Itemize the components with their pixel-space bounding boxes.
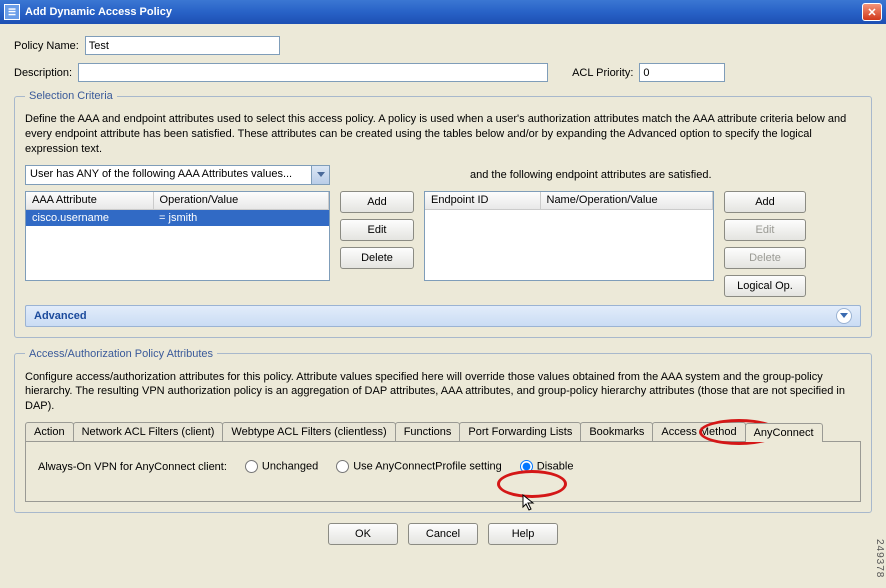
radio-profile[interactable]: Use AnyConnectProfile setting [336, 460, 502, 473]
access-policy-group: Access/Authorization Policy Attributes C… [14, 348, 872, 514]
tab-anyconnect[interactable]: AnyConnect [745, 423, 823, 442]
cancel-button[interactable]: Cancel [408, 523, 478, 545]
radio-unchanged[interactable]: Unchanged [245, 460, 318, 473]
table-row[interactable]: cisco.username = jsmith [26, 210, 329, 227]
tab-webtype-acl[interactable]: Webtype ACL Filters (clientless) [222, 422, 395, 441]
endpoint-note: and the following endpoint attributes ar… [470, 169, 712, 181]
tab-action[interactable]: Action [25, 422, 74, 441]
window-title: Add Dynamic Access Policy [25, 6, 862, 18]
selection-legend: Selection Criteria [25, 90, 117, 102]
access-text: Configure access/authorization attribute… [25, 370, 861, 415]
selection-text: Define the AAA and endpoint attributes u… [25, 112, 861, 157]
selection-criteria-group: Selection Criteria Define the AAA and en… [14, 90, 872, 338]
ok-button[interactable]: OK [328, 523, 398, 545]
chevron-down-icon[interactable] [836, 308, 852, 324]
access-legend: Access/Authorization Policy Attributes [25, 348, 217, 360]
aaa-col-op: Operation/Value [153, 192, 328, 210]
aaa-col-attr: AAA Attribute [26, 192, 153, 210]
endpoint-col-id: Endpoint ID [425, 192, 540, 210]
always-on-label: Always-On VPN for AnyConnect client: [38, 461, 227, 473]
app-icon: ☰ [4, 4, 20, 20]
aaa-edit-button[interactable]: Edit [340, 219, 414, 241]
aaa-table[interactable]: AAA Attribute Operation/Value cisco.user… [25, 191, 330, 281]
tab-network-acl[interactable]: Network ACL Filters (client) [73, 422, 224, 441]
endpoint-edit-button[interactable]: Edit [724, 219, 806, 241]
tab-functions[interactable]: Functions [395, 422, 461, 441]
acl-priority-input[interactable] [639, 63, 725, 82]
acl-priority-label: ACL Priority: [572, 67, 633, 79]
aaa-match-dropdown[interactable]: User has ANY of the following AAA Attrib… [25, 165, 330, 185]
tab-content: Always-On VPN for AnyConnect client: Unc… [25, 442, 861, 502]
description-input[interactable] [78, 63, 548, 82]
tab-bookmarks[interactable]: Bookmarks [580, 422, 653, 441]
endpoint-add-button[interactable]: Add [724, 191, 806, 213]
policy-tabs: Action Network ACL Filters (client) Webt… [25, 422, 861, 442]
tab-port-forwarding[interactable]: Port Forwarding Lists [459, 422, 581, 441]
tab-access-method[interactable]: Access Method [652, 422, 745, 441]
endpoint-table[interactable]: Endpoint ID Name/Operation/Value [424, 191, 714, 281]
chevron-down-icon[interactable] [312, 165, 330, 185]
aaa-add-button[interactable]: Add [340, 191, 414, 213]
endpoint-delete-button[interactable]: Delete [724, 247, 806, 269]
policy-name-label: Policy Name: [14, 40, 79, 52]
advanced-toggle[interactable]: Advanced [25, 305, 861, 327]
policy-name-input[interactable] [85, 36, 280, 55]
radio-disable[interactable]: Disable [520, 460, 574, 473]
figure-id: 249378 [874, 539, 885, 578]
endpoint-col-op: Name/Operation/Value [540, 192, 713, 210]
description-label: Description: [14, 67, 72, 79]
titlebar: ☰ Add Dynamic Access Policy ✕ [0, 0, 886, 24]
help-button[interactable]: Help [488, 523, 558, 545]
close-icon[interactable]: ✕ [862, 3, 882, 21]
aaa-delete-button[interactable]: Delete [340, 247, 414, 269]
logical-op-button[interactable]: Logical Op. [724, 275, 806, 297]
